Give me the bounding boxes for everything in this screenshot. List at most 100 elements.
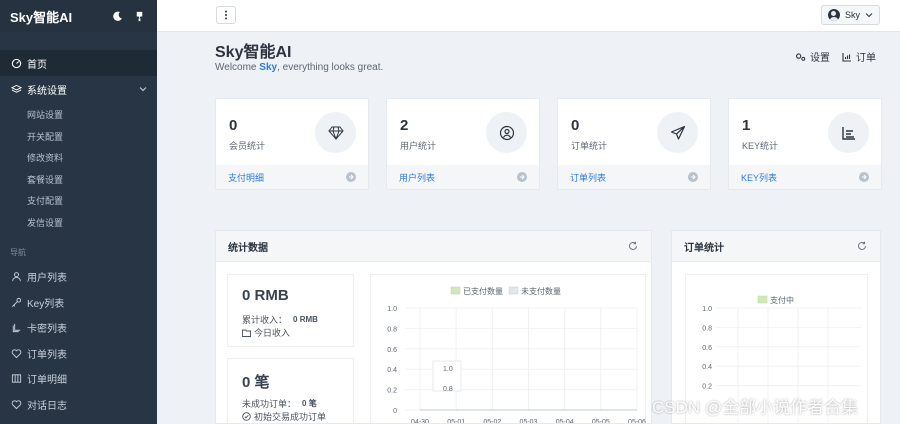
sidebar-item-home[interactable]: 首页 bbox=[0, 50, 157, 76]
x-tick-label: 05-03 bbox=[520, 419, 538, 424]
sidebar-item-system[interactable]: 系统设置 bbox=[0, 76, 157, 102]
x-tick-label: 05-02 bbox=[483, 419, 501, 424]
refresh-icon[interactable] bbox=[856, 240, 868, 252]
panel-title: 统计数据 bbox=[228, 242, 268, 254]
today-income: 今日收入 bbox=[242, 326, 290, 339]
stat-value: 0 bbox=[229, 117, 238, 134]
page-title: Sky智能AI bbox=[215, 44, 292, 61]
settings-button[interactable]: 设置 bbox=[795, 49, 830, 64]
sidebar-item-keys[interactable]: Key列表 bbox=[0, 290, 157, 316]
y-tick-label: 0.2 bbox=[387, 388, 397, 395]
folder-icon bbox=[242, 329, 251, 337]
settings-label: 设置 bbox=[810, 53, 830, 64]
stat-card-link[interactable]: 订单列表 bbox=[558, 165, 710, 189]
more-vertical-icon bbox=[225, 10, 227, 20]
watermark: CSDN @全部小说作者合集 bbox=[652, 398, 859, 417]
stat-label: 订单统计 bbox=[571, 141, 608, 151]
sidebar-item-label: 卡密列表 bbox=[27, 324, 67, 336]
nav-section-title: 导航 bbox=[10, 248, 26, 257]
orders-button[interactable]: 订单 bbox=[842, 49, 876, 64]
brand-bar: Sky智能AI bbox=[0, 0, 157, 32]
welcome-name: Sky bbox=[259, 62, 278, 73]
stat-value: 0 bbox=[571, 117, 580, 134]
cumulative-value: 0 RMB bbox=[293, 315, 318, 324]
shirt-icon[interactable] bbox=[131, 8, 147, 24]
legend-label: 未支付数量 bbox=[521, 286, 561, 296]
bar-chart-icon bbox=[828, 112, 869, 153]
send-icon bbox=[657, 112, 698, 153]
stat-link-label: 订单列表 bbox=[570, 172, 607, 183]
bar-chart-icon bbox=[842, 52, 851, 62]
stat-label: KEY统计 bbox=[742, 141, 779, 151]
moon-icon[interactable] bbox=[109, 8, 125, 24]
stat-card-link[interactable]: 用户列表 bbox=[387, 165, 539, 189]
chevron-down-icon bbox=[139, 85, 147, 93]
heart-icon bbox=[10, 347, 22, 359]
panel-title: 订单统计 bbox=[684, 242, 724, 254]
check-circle-icon bbox=[242, 412, 251, 421]
stat-value: 1 bbox=[742, 117, 751, 134]
unfinished-orders: 未成功订单： 0 笔 bbox=[242, 397, 317, 410]
y-tick-label: 0 bbox=[393, 408, 397, 415]
orders-value: 0 笔 bbox=[242, 374, 270, 391]
stat-label: 用户统计 bbox=[400, 141, 437, 151]
sidebar-item-label: 用户列表 bbox=[27, 273, 67, 285]
legend-label: 已支付数量 bbox=[463, 286, 503, 296]
submenu-item[interactable]: 开关配置 bbox=[0, 126, 157, 148]
gauge-icon bbox=[10, 57, 22, 69]
sidebar-item-label: 订单列表 bbox=[27, 349, 67, 361]
sidebar-item-label: 订单明细 bbox=[27, 375, 67, 387]
orders-summary: 0 笔 未成功订单： 0 笔 初始交易成功订单 bbox=[227, 358, 354, 423]
diamond-icon bbox=[315, 112, 356, 153]
income-value: 0 RMB bbox=[242, 287, 289, 304]
submenu-item[interactable]: 套餐设置 bbox=[0, 169, 157, 191]
y-tick-label: 0.6 bbox=[702, 345, 712, 352]
stat-value: 2 bbox=[400, 117, 409, 134]
tooltip-tick: 0.8 bbox=[443, 386, 453, 393]
tooltip-tick: 1.0 bbox=[443, 366, 453, 373]
y-tick-label: 0.4 bbox=[702, 364, 712, 371]
arrow-right-icon bbox=[859, 172, 869, 182]
refresh-icon[interactable] bbox=[627, 240, 639, 252]
success-orders: 初始交易成功订单 bbox=[242, 410, 326, 423]
stat-link-label: KEY列表 bbox=[741, 172, 778, 183]
stat-card-users: 2 用户统计 用户列表 bbox=[386, 98, 540, 190]
submenu-item[interactable]: 修改资料 bbox=[0, 147, 157, 169]
sidebar-item-users[interactable]: 用户列表 bbox=[0, 264, 157, 290]
stat-link-label: 支付明细 bbox=[228, 172, 265, 183]
legend-swatch bbox=[757, 295, 768, 304]
y-tick-label: 1.0 bbox=[702, 306, 712, 313]
welcome-text: Welcome Sky, everything looks great. bbox=[215, 62, 383, 73]
panel-header: 统计数据 bbox=[216, 231, 651, 262]
arrow-right-icon bbox=[517, 172, 527, 182]
x-tick-label: 04-30 bbox=[411, 419, 429, 424]
y-tick-label: 0.6 bbox=[387, 347, 397, 354]
stat-label: 会员统计 bbox=[229, 141, 266, 151]
stat-card-keys: 1 KEY统计 KEY列表 bbox=[728, 98, 882, 190]
submenu-item[interactable]: 网站设置 bbox=[0, 104, 157, 126]
y-tick-label: 1.0 bbox=[387, 306, 397, 313]
x-tick-label: 05-01 bbox=[447, 419, 465, 424]
x-tick-label: 05-06 bbox=[628, 419, 646, 424]
user-icon bbox=[10, 271, 22, 283]
more-menu-button[interactable] bbox=[216, 6, 236, 24]
sidebar-item-order-details[interactable]: 订单明细 bbox=[0, 366, 157, 392]
stat-card-link[interactable]: 支付明细 bbox=[216, 165, 368, 189]
topbar: Sky bbox=[157, 0, 900, 32]
arrow-right-icon bbox=[688, 172, 698, 182]
submenu-item[interactable]: 支付配置 bbox=[0, 190, 157, 212]
user-circle-icon bbox=[486, 112, 527, 153]
stat-card-link[interactable]: KEY列表 bbox=[729, 165, 881, 189]
sidebar-item-orders[interactable]: 订单列表 bbox=[0, 341, 157, 367]
sidebar: Sky智能AI 首页 系统设置 网站设置 开关配置 修改资料 套餐设置 支付配置… bbox=[0, 0, 157, 424]
user-menu-button[interactable]: Sky bbox=[820, 5, 880, 25]
sidebar-item-cards[interactable]: 卡密列表 bbox=[0, 315, 157, 341]
today-label: 今日收入 bbox=[254, 328, 291, 338]
y-tick-label: 0.8 bbox=[387, 326, 397, 333]
submenu-item[interactable]: 发信设置 bbox=[0, 212, 157, 234]
y-tick-label: 0.2 bbox=[702, 384, 712, 391]
header-actions: 设置 订单 bbox=[783, 49, 876, 64]
y-tick-label: 0.8 bbox=[702, 325, 712, 332]
sidebar-item-chat-logs[interactable]: 对话日志 bbox=[0, 392, 157, 418]
welcome-prefix: Welcome bbox=[215, 62, 260, 73]
